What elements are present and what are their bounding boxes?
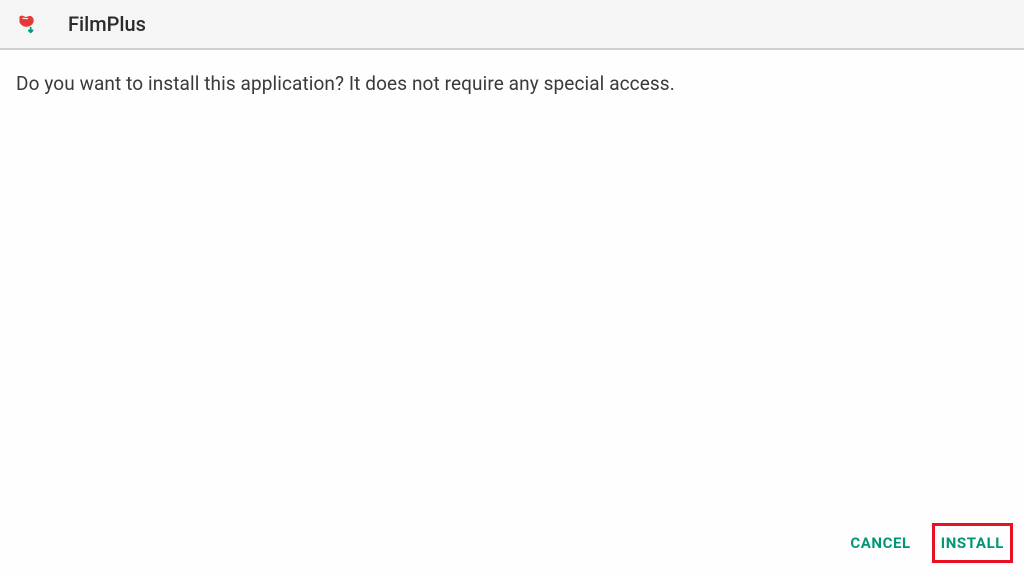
filmplus-icon bbox=[16, 13, 38, 35]
cancel-button[interactable]: CANCEL bbox=[842, 524, 918, 562]
installer-header: FilmPlus bbox=[0, 0, 1024, 50]
installer-content: Do you want to install this application?… bbox=[0, 50, 1024, 520]
installer-footer: CANCEL INSTALL bbox=[0, 520, 1024, 576]
install-button[interactable]: INSTALL bbox=[935, 526, 1010, 560]
app-title: FilmPlus bbox=[68, 12, 146, 36]
install-message: Do you want to install this application?… bbox=[16, 72, 1008, 95]
